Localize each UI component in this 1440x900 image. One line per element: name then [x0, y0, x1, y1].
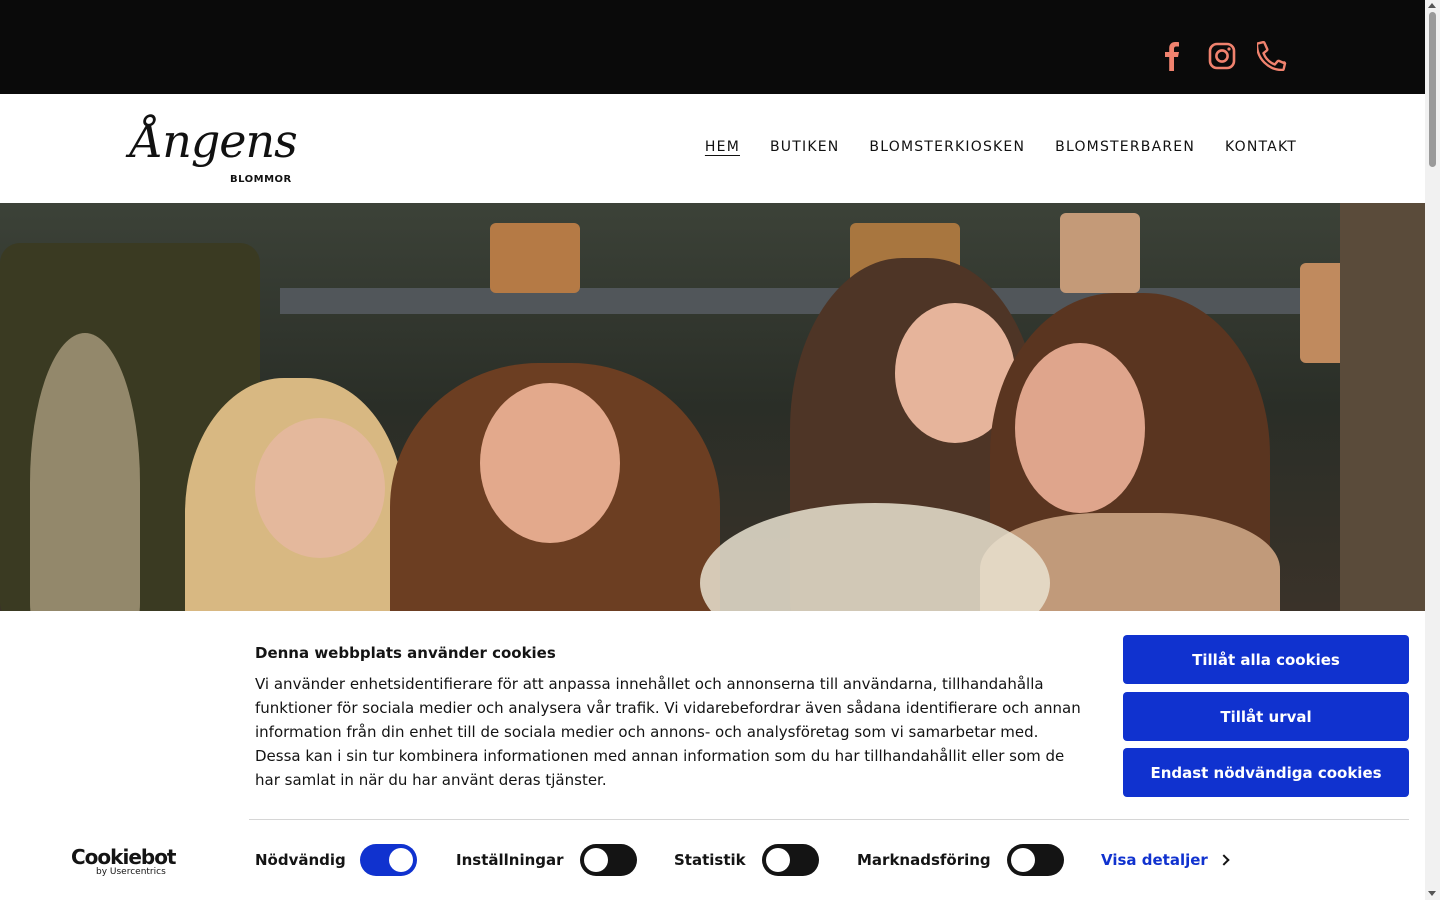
toggle-knob: [583, 848, 608, 872]
marketing-toggle[interactable]: [1006, 844, 1064, 876]
top-bar: [0, 0, 1425, 94]
logo-subtitle: BLOMMOR: [230, 174, 292, 185]
scroll-down-arrow[interactable]: [1428, 891, 1436, 896]
nav-item-blomsterkiosken[interactable]: BLOMSTERKIOSKEN: [869, 139, 1025, 155]
logo[interactable]: Ångens BLOMMOR: [130, 108, 310, 188]
cookiebot-logo[interactable]: Cookiebot by Usercentrics: [71, 845, 181, 879]
hero-wallpaper: [1340, 203, 1425, 611]
cookie-title: Denna webbplats använder cookies: [255, 644, 556, 662]
toggle-label: Marknadsföring: [857, 851, 991, 869]
hero-face-2: [480, 383, 620, 543]
toggle-preferences: Inställningar: [456, 844, 637, 876]
nav-item-kontakt[interactable]: KONTAKT: [1225, 139, 1297, 155]
toggle-necessary: Nödvändig: [255, 844, 417, 876]
facebook-icon[interactable]: [1160, 38, 1184, 74]
hero-cuckoo-clock: [1060, 213, 1140, 293]
cookiebot-byline: by Usercentrics: [96, 867, 166, 877]
nav-item-hem[interactable]: HEM: [705, 139, 740, 155]
cookie-banner: Denna webbplats använder cookies Vi anvä…: [0, 611, 1425, 900]
toggle-label: Nödvändig: [255, 851, 346, 869]
toggle-knob: [1010, 848, 1035, 872]
statistics-toggle[interactable]: [761, 844, 819, 876]
scroll-up-arrow[interactable]: [1428, 3, 1436, 8]
hero-decor-house: [490, 223, 580, 293]
show-details-link[interactable]: Visa detaljer: [1101, 851, 1230, 869]
site-header: Ångens BLOMMOR HEM BUTIKEN BLOMSTERKIOSK…: [0, 94, 1425, 203]
instagram-icon[interactable]: [1207, 38, 1237, 74]
allow-selection-button[interactable]: Tillåt urval: [1123, 692, 1409, 741]
hero-image: [0, 203, 1425, 611]
cookiebot-wordmark: Cookiebot: [71, 845, 177, 869]
hero-face-1: [255, 418, 385, 558]
toggle-knob: [765, 848, 790, 872]
toggle-label: Inställningar: [456, 851, 564, 869]
cookie-body: Vi använder enhetsidentifierare för att …: [255, 675, 1081, 789]
necessary-toggle[interactable]: [359, 844, 417, 876]
chevron-right-icon: [1218, 854, 1230, 866]
main-nav: HEM BUTIKEN BLOMSTERKIOSKEN BLOMSTERBARE…: [705, 139, 1297, 155]
hero-face-4: [1015, 343, 1145, 513]
toggle-label: Statistik: [674, 851, 746, 869]
necessary-only-button[interactable]: Endast nödvändiga cookies: [1123, 748, 1409, 797]
show-details-label: Visa detaljer: [1101, 851, 1208, 869]
nav-item-blomsterbaren[interactable]: BLOMSTERBAREN: [1055, 139, 1195, 155]
page-scrollbar[interactable]: [1425, 0, 1440, 900]
phone-icon[interactable]: [1256, 38, 1288, 74]
toggle-knob: [388, 848, 413, 872]
toggle-marketing: Marknadsföring: [857, 844, 1064, 876]
logo-wordmark: Ångens: [130, 114, 298, 168]
allow-all-cookies-button[interactable]: Tillåt alla cookies: [1123, 635, 1409, 684]
preferences-toggle[interactable]: [579, 844, 637, 876]
toggle-statistics: Statistik: [674, 844, 819, 876]
cookie-divider: [249, 819, 1409, 820]
nav-item-butiken[interactable]: BUTIKEN: [770, 139, 839, 155]
scrollbar-thumb[interactable]: [1429, 12, 1436, 167]
